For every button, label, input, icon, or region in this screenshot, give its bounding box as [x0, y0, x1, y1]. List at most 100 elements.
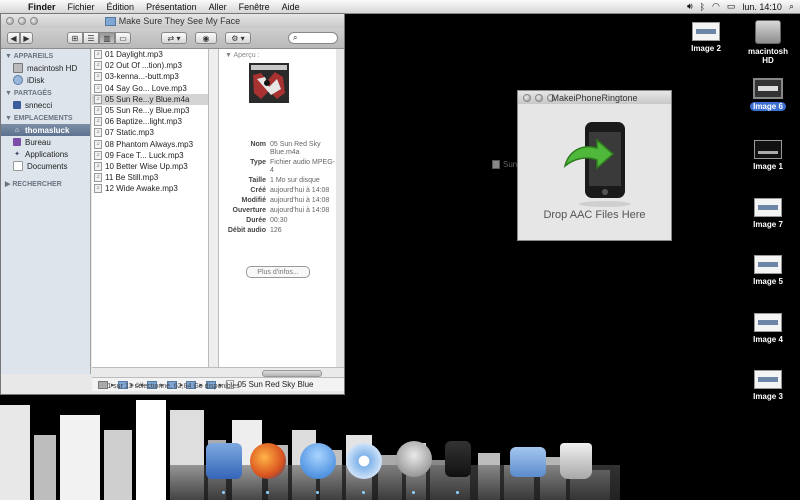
list-view-icon[interactable]: ☰ [83, 32, 99, 44]
menu-edition[interactable]: Édition [101, 2, 141, 12]
desktop-icon-image-5[interactable]: Image 5 [743, 255, 793, 286]
ringtone-app-dock-icon[interactable] [445, 441, 471, 477]
column-scrollbar[interactable] [209, 49, 219, 367]
preview-metadata: Nom 05 Sun Red Sky Blue.m4a Type Fichier au… [219, 141, 336, 237]
file-list-item[interactable]: ♫ 08 Phantom Always.mp3 [92, 139, 208, 150]
wifi-icon[interactable]: ◠ [712, 1, 720, 12]
desktop-icon-image-1[interactable]: Image 1 [743, 140, 793, 171]
metadata-row: Débit audio 126 [219, 227, 336, 235]
sidebar-header-shared[interactable]: ▼ PARTAGÉS [1, 86, 90, 99]
metadata-row: Modifié aujourd'hui à 14:08 [219, 197, 336, 205]
arrange-menu-icon[interactable]: ⇄ ▾ [161, 32, 187, 44]
file-column: ♫ 01 Daylight.mp3 ♫ 02 Out Of ...tion).mp3 ♫… [92, 49, 209, 367]
messenger-dock-icon[interactable] [300, 443, 336, 479]
file-name: 12 Wide Awake.mp3 [105, 184, 178, 194]
horizontal-scrollbar[interactable] [92, 367, 344, 377]
volume-icon[interactable]: 🔊︎ [687, 1, 693, 12]
automator-dock-icon[interactable] [396, 441, 432, 477]
desktop-icon-label: Image 5 [753, 277, 783, 286]
image-file-icon [753, 78, 783, 99]
menu-fichier[interactable]: Fichier [62, 2, 101, 12]
metadata-value: aujourd'hui à 14:08 [270, 197, 330, 204]
file-name: 02 Out Of ...tion).mp3 [105, 61, 182, 71]
sidebar-header-devices[interactable]: ▼ APPAREILS [1, 49, 90, 62]
file-list-item[interactable]: ♫ 04 Say Go... Love.mp3 [92, 83, 208, 94]
sidebar-header-places[interactable]: ▼ EMPLACEMENTS [1, 111, 90, 124]
metadata-row: Durée 00:30 [219, 217, 336, 225]
audio-file-icon: ♫ [94, 150, 102, 160]
preview-scrollbar[interactable] [336, 49, 344, 367]
spotlight-icon[interactable]: ⌕ [789, 1, 794, 12]
file-list-item[interactable]: ♫ 11 Be Still.mp3 [92, 172, 208, 183]
documents-icon [13, 161, 23, 171]
image-file-icon [754, 313, 782, 332]
sidebar-item-label: Bureau [25, 137, 51, 147]
firefox-dock-icon[interactable] [250, 443, 286, 479]
itunes-dock-icon[interactable] [346, 443, 382, 479]
sidebar-item-bureau[interactable]: Bureau [1, 136, 90, 148]
menu-bar: Finder Fichier Édition Présentation Alle… [0, 0, 800, 14]
icon-view-icon[interactable]: ⊞ [67, 32, 83, 44]
running-indicator [222, 491, 225, 494]
image-file-icon [754, 255, 782, 274]
ringtone-titlebar[interactable]: MakeiPhoneRingtone [518, 91, 671, 104]
audio-file-icon: ♫ [94, 161, 102, 171]
file-list-item[interactable]: ♫ 01 Daylight.mp3 [92, 49, 208, 60]
file-list-item[interactable]: ♫ 07 Static.mp3 [92, 127, 208, 138]
sidebar-header-search[interactable]: ▶ RECHERCHER [1, 172, 90, 190]
search-input[interactable]: ⌕ [288, 32, 338, 44]
forward-button[interactable]: ▶ [20, 32, 33, 44]
file-list-item[interactable]: ♫ 02 Out Of ...tion).mp3 [92, 60, 208, 71]
file-list-item[interactable]: ♫ 12 Wide Awake.mp3 [92, 183, 208, 194]
desktop-icon-macintosh-hd[interactable]: macintosh HD [743, 20, 793, 65]
back-button[interactable]: ◀ [7, 32, 20, 44]
menu-aide[interactable]: Aide [276, 2, 306, 12]
finder-toolbar: ◀ ▶ ⊞ ☰ ▥ ▭ ⇄ ▾ ◉ ⚙ ▾ ⌕ [1, 28, 344, 49]
desktop-icon-image-7[interactable]: Image 7 [743, 198, 793, 229]
desktop-icon-image-2[interactable]: Image 2 [681, 22, 731, 53]
menu-fenetre[interactable]: Fenêtre [233, 2, 276, 12]
more-info-button[interactable]: Plus d'infos... [246, 266, 310, 278]
running-indicator [412, 491, 415, 494]
folder-dock-icon[interactable] [510, 447, 546, 477]
finder-titlebar[interactable]: Make Sure They See My Face [1, 14, 344, 28]
menu-app-finder[interactable]: Finder [22, 2, 62, 12]
finder-dock-icon[interactable] [206, 443, 242, 479]
trash-dock-icon[interactable] [560, 443, 592, 479]
quick-look-icon[interactable]: ◉ [195, 32, 217, 44]
metadata-value: Fichier audio MPEG-4 [270, 159, 335, 174]
sidebar-item-snnecci[interactable]: snnecci [1, 99, 90, 111]
file-list-item[interactable]: ♫ 09 Face T... Luck.mp3 [92, 150, 208, 161]
desktop-icon-image-6[interactable]: Image 6 [743, 78, 793, 111]
window-title: Make Sure They See My Face [1, 16, 344, 27]
horizontal-scroll-thumb[interactable] [262, 370, 322, 377]
drop-zone[interactable]: Drop AAC Files Here [518, 104, 671, 240]
sidebar-item-applications[interactable]: ✦ Applications [1, 148, 90, 160]
metadata-value: 05 Sun Red Sky Blue.m4a [270, 141, 321, 156]
bluetooth-icon[interactable]: ᛒ [700, 2, 705, 12]
column-view-icon[interactable]: ▥ [99, 32, 115, 44]
file-list-item[interactable]: ♫ 05 Sun Re...y Blue.mp3 [92, 105, 208, 116]
file-list-item[interactable]: ♫ 03-kenna...-butt.mp3 [92, 71, 208, 82]
menu-clock[interactable]: lun. 14:10 [742, 2, 782, 12]
file-list-item[interactable]: ♫ 06 Baptize...light.mp3 [92, 116, 208, 127]
desktop-icon-image-4[interactable]: Image 4 [743, 313, 793, 344]
menu-aller[interactable]: Aller [203, 2, 233, 12]
preview-column: ▼ Aperçu : Nom 05 Sun Red Sky Blue.m4a Typ… [219, 49, 336, 367]
audio-file-icon: ♫ [94, 173, 102, 183]
sidebar-item-thomasluck[interactable]: ⌂ thomasluck [1, 124, 90, 136]
file-list-item[interactable]: ♫ 10 Better Wise Up.mp3 [92, 161, 208, 172]
menu-presentation[interactable]: Présentation [140, 2, 203, 12]
sidebar-item-idisk[interactable]: iDisk [1, 74, 90, 86]
coverflow-view-icon[interactable]: ▭ [115, 32, 131, 44]
audio-file-icon: ♫ [94, 184, 102, 194]
metadata-row: Type Fichier audio MPEG-4 [219, 159, 336, 175]
metadata-label: Créé [250, 187, 266, 194]
action-menu-gear-icon[interactable]: ⚙ ▾ [225, 32, 251, 44]
metadata-label: Type [250, 159, 266, 166]
sidebar-item-documents[interactable]: Documents [1, 160, 90, 172]
battery-icon[interactable]: ▭ [727, 1, 736, 12]
sidebar-item-macintosh-hd[interactable]: macintosh HD [1, 62, 90, 74]
file-list-item[interactable]: ♫ 05 Sun Re...y Blue.m4a [92, 93, 208, 105]
desktop-icon-label: Image 2 [691, 44, 721, 53]
